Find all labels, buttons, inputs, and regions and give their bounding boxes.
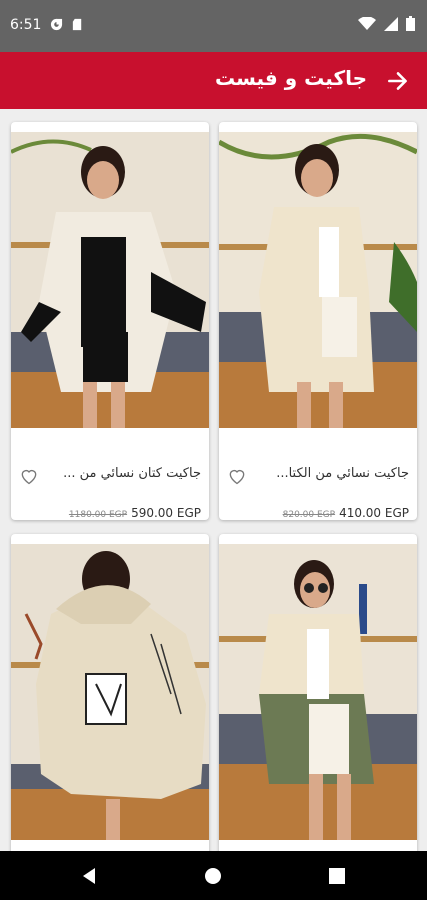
status-left-icons <box>50 18 84 31</box>
status-time: 6:51 <box>10 17 42 33</box>
price-row: 820.00 EGP 410.00 EGP <box>283 506 409 520</box>
system-nav-bar <box>0 851 427 900</box>
battery-icon <box>406 16 415 31</box>
sd-card-icon <box>72 18 82 31</box>
heart-icon[interactable] <box>227 466 247 486</box>
woman-cream-olive-jacket-photo <box>219 544 417 840</box>
arrow-right-icon[interactable] <box>385 68 411 94</box>
product-grid: جاكيت كتان نسائي من ... 1180.00 EGP 590.… <box>0 109 427 851</box>
price: 410.00 EGP <box>339 506 409 520</box>
nav-home-icon[interactable] <box>204 867 222 885</box>
product-card[interactable] <box>219 534 417 851</box>
product-card[interactable]: جاكيت نسائي من الكتا... 820.00 EGP 410.0… <box>219 122 417 520</box>
product-card[interactable]: جاكيت كتان نسائي من ... 1180.00 EGP 590.… <box>11 122 209 520</box>
old-price: 820.00 EGP <box>282 510 336 520</box>
old-price: 1180.00 EGP <box>68 510 128 520</box>
page-title: جاكيت و فيست <box>214 66 367 90</box>
wifi-icon <box>358 16 376 30</box>
product-card[interactable] <box>11 534 209 851</box>
product-title[interactable]: جاكيت كتان نسائي من ... <box>51 466 201 481</box>
signal-icon <box>384 16 398 31</box>
woman-cream-jacket-photo <box>219 132 417 428</box>
nav-recents-icon[interactable] <box>328 867 346 885</box>
app-bar: جاكيت و فيست <box>0 52 427 109</box>
status-right-icons <box>358 16 415 31</box>
heart-icon[interactable] <box>19 466 39 486</box>
price-row: 1180.00 EGP 590.00 EGP <box>69 506 201 520</box>
data-saver-icon <box>50 18 63 31</box>
woman-white-black-jacket-photo <box>11 132 209 428</box>
price: 590.00 EGP <box>131 506 201 520</box>
woman-printed-hooded-jacket-photo <box>11 544 209 840</box>
product-title[interactable]: جاكيت نسائي من الكتا... <box>259 466 409 481</box>
nav-back-icon[interactable] <box>80 867 98 885</box>
status-bar: 6:51 <box>0 0 427 52</box>
